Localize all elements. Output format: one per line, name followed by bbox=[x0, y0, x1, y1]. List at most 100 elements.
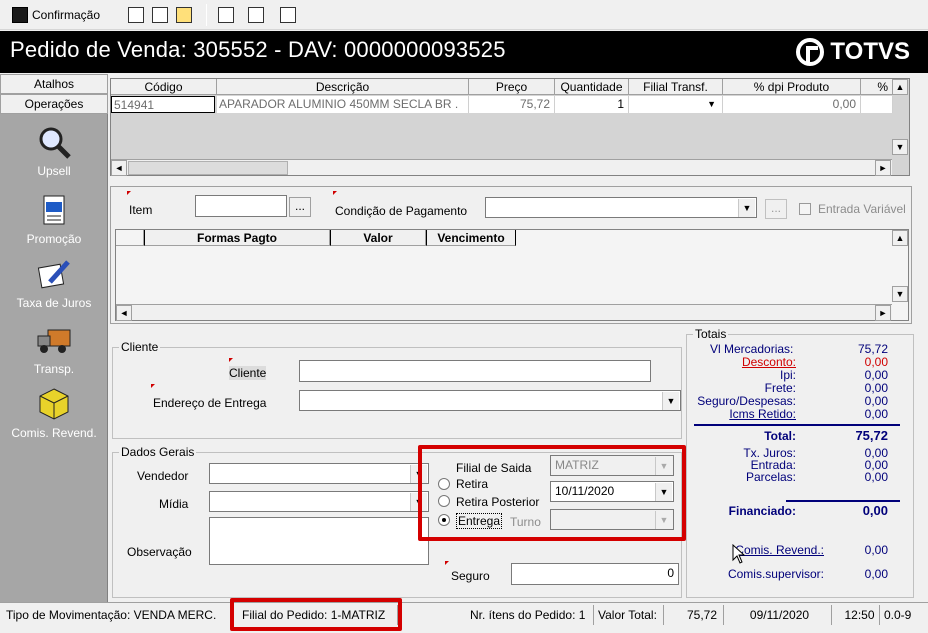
col-percent[interactable]: % bbox=[861, 79, 893, 95]
page-title: Pedido de Venda: 305552 - DAV: 000000009… bbox=[10, 37, 506, 62]
item-lookup-button[interactable]: ... bbox=[289, 197, 311, 217]
items-grid: Código Descrição Preço Quantidade Filial… bbox=[110, 78, 910, 176]
scroll-right-icon[interactable]: ► bbox=[875, 305, 891, 321]
chevron-down-icon[interactable]: ▼ bbox=[655, 457, 672, 475]
tab-operacoes[interactable]: Operações bbox=[0, 94, 108, 114]
comis-supervisor-value: 0,00 bbox=[864, 567, 888, 581]
scroll-up-icon[interactable]: ▲ bbox=[892, 79, 908, 95]
chevron-down-icon[interactable]: ▼ bbox=[655, 483, 672, 501]
retira-posterior-radio[interactable] bbox=[438, 495, 450, 507]
col-filial-transf[interactable]: Filial Transf. bbox=[629, 79, 723, 95]
total-row-label: Frete: bbox=[764, 381, 796, 395]
sidebar-item-comis-revend[interactable]: Comis. Revend. bbox=[0, 386, 108, 440]
midia-combo[interactable]: ▼ bbox=[209, 491, 429, 512]
col-descricao[interactable]: Descrição bbox=[217, 79, 469, 95]
delivery-options: Filial de Saida MATRIZ ▼ Retira Retira P… bbox=[424, 451, 680, 535]
entrega-label: Entrega bbox=[456, 513, 503, 529]
financiado-value: 0,00 bbox=[862, 503, 888, 518]
col-formas-pagto[interactable]: Formas Pagto bbox=[144, 230, 330, 246]
comis-revend-link[interactable]: Comis. Revend.: bbox=[735, 543, 824, 557]
total-row-value: 0,00 bbox=[864, 407, 888, 421]
cell-dpi-produto[interactable]: 0,00 bbox=[723, 96, 861, 113]
total-row-value: 0,00 bbox=[864, 470, 888, 484]
total-row-value: 75,72 bbox=[857, 342, 888, 356]
sidebar-item-upsell[interactable]: Upsell bbox=[0, 124, 108, 178]
scroll-thumb[interactable] bbox=[128, 161, 288, 175]
scroll-down-icon[interactable]: ▼ bbox=[892, 139, 908, 155]
cell-percent[interactable] bbox=[861, 96, 893, 113]
condicao-lookup-button[interactable]: ... bbox=[765, 199, 787, 219]
list-button[interactable] bbox=[280, 4, 296, 26]
retira-radio[interactable] bbox=[438, 478, 450, 490]
chevron-down-icon[interactable]: ▼ bbox=[655, 511, 672, 529]
retira-label: Retira bbox=[456, 477, 489, 491]
sidebar-item-transp[interactable]: Transp. bbox=[0, 322, 108, 376]
cliente-input[interactable] bbox=[299, 360, 651, 382]
col-preco[interactable]: Preço bbox=[469, 79, 555, 95]
entrega-radio[interactable] bbox=[438, 514, 450, 526]
chevron-down-icon[interactable]: ▼ bbox=[738, 199, 755, 217]
sidebar-item-promocao[interactable]: Promoção bbox=[0, 192, 108, 246]
seguro-label: Seguro bbox=[451, 569, 490, 583]
col-vencimento[interactable]: Vencimento bbox=[426, 230, 516, 246]
horizontal-scrollbar[interactable]: ◄ ► bbox=[111, 159, 892, 176]
chevron-down-icon[interactable]: ▼ bbox=[662, 392, 679, 410]
mouse-cursor-icon bbox=[732, 544, 746, 564]
cell-descricao[interactable]: APARADOR ALUMINIO 450MM SECLA BR . bbox=[217, 96, 469, 113]
scroll-left-icon[interactable]: ◄ bbox=[111, 160, 127, 176]
entrada-variavel-checkbox[interactable] bbox=[799, 203, 811, 215]
horizontal-scrollbar[interactable]: ◄ ► bbox=[116, 304, 892, 321]
endereco-label: Endereço de Entrega bbox=[153, 396, 267, 410]
scroll-down-icon[interactable]: ▼ bbox=[892, 286, 908, 302]
payment-grid-corner bbox=[116, 230, 144, 246]
scroll-up-icon[interactable]: ▲ bbox=[892, 230, 908, 246]
dados-gerais-title: Dados Gerais bbox=[119, 445, 197, 459]
sidebar-item-taxa-juros[interactable]: Taxa de Juros bbox=[0, 256, 108, 310]
col-valor[interactable]: Valor bbox=[330, 230, 426, 246]
confirm-button[interactable]: Confirmação bbox=[12, 4, 100, 26]
condicao-combo[interactable]: ▼ bbox=[485, 197, 757, 218]
required-marker bbox=[333, 191, 337, 195]
cell-preco[interactable]: 75,72 bbox=[469, 96, 555, 113]
status-valor-total: 75,72 bbox=[664, 605, 724, 625]
search-document-button[interactable] bbox=[176, 4, 192, 26]
total-row-label: Ipi: bbox=[779, 368, 796, 382]
total-label: Total: bbox=[764, 429, 796, 443]
total-row-value: 0,00 bbox=[864, 368, 888, 382]
chevron-down-icon[interactable]: ▼ bbox=[707, 96, 716, 112]
card-button[interactable] bbox=[248, 4, 264, 26]
totais-values: Vl Mercadorias: 75,72 Desconto: 0,00 Ipi… bbox=[686, 334, 914, 598]
calendar-button[interactable] bbox=[218, 4, 234, 26]
endereco-combo[interactable]: ▼ bbox=[299, 390, 681, 411]
copy-button[interactable] bbox=[152, 4, 168, 26]
desconto-link[interactable]: Desconto: bbox=[742, 355, 796, 369]
comis-revend-value: 0,00 bbox=[864, 543, 888, 557]
col-codigo[interactable]: Código bbox=[111, 79, 217, 95]
item-input[interactable] bbox=[195, 195, 287, 217]
col-quantidade[interactable]: Quantidade bbox=[555, 79, 629, 95]
col-dpi-produto[interactable]: % dpi Produto bbox=[723, 79, 861, 95]
status-time: 12:50 bbox=[836, 605, 880, 625]
cell-filial-transf[interactable]: ▼ bbox=[629, 96, 723, 113]
scroll-left-icon[interactable]: ◄ bbox=[116, 305, 132, 321]
turno-combo[interactable]: ▼ bbox=[550, 509, 674, 530]
totals-divider bbox=[694, 424, 900, 426]
observacao-label: Observação bbox=[127, 545, 192, 559]
required-marker bbox=[445, 561, 449, 565]
tab-atalhos[interactable]: Atalhos bbox=[0, 74, 108, 94]
date-combo[interactable]: 10/11/2020 ▼ bbox=[550, 481, 674, 502]
total-row-value: 0,00 bbox=[864, 381, 888, 395]
cell-codigo[interactable]: 514941 bbox=[111, 96, 215, 113]
vendedor-combo[interactable]: ▼ bbox=[209, 463, 429, 484]
cell-quantidade[interactable]: 1 bbox=[555, 96, 629, 113]
total-value: 75,72 bbox=[855, 428, 888, 443]
scroll-right-icon[interactable]: ► bbox=[875, 160, 891, 176]
icms-retido-link[interactable]: Icms Retido: bbox=[729, 407, 796, 421]
observacao-textarea[interactable] bbox=[209, 517, 429, 565]
filial-saida-combo[interactable]: MATRIZ ▼ bbox=[550, 455, 674, 476]
status-valor-total-label: Valor Total: bbox=[594, 605, 664, 625]
seguro-input[interactable]: 0 bbox=[511, 563, 679, 585]
entrada-variavel-label: Entrada Variável bbox=[818, 202, 906, 216]
total-row-label: Vl Mercadorias: bbox=[710, 342, 794, 356]
new-document-button[interactable] bbox=[128, 4, 144, 26]
